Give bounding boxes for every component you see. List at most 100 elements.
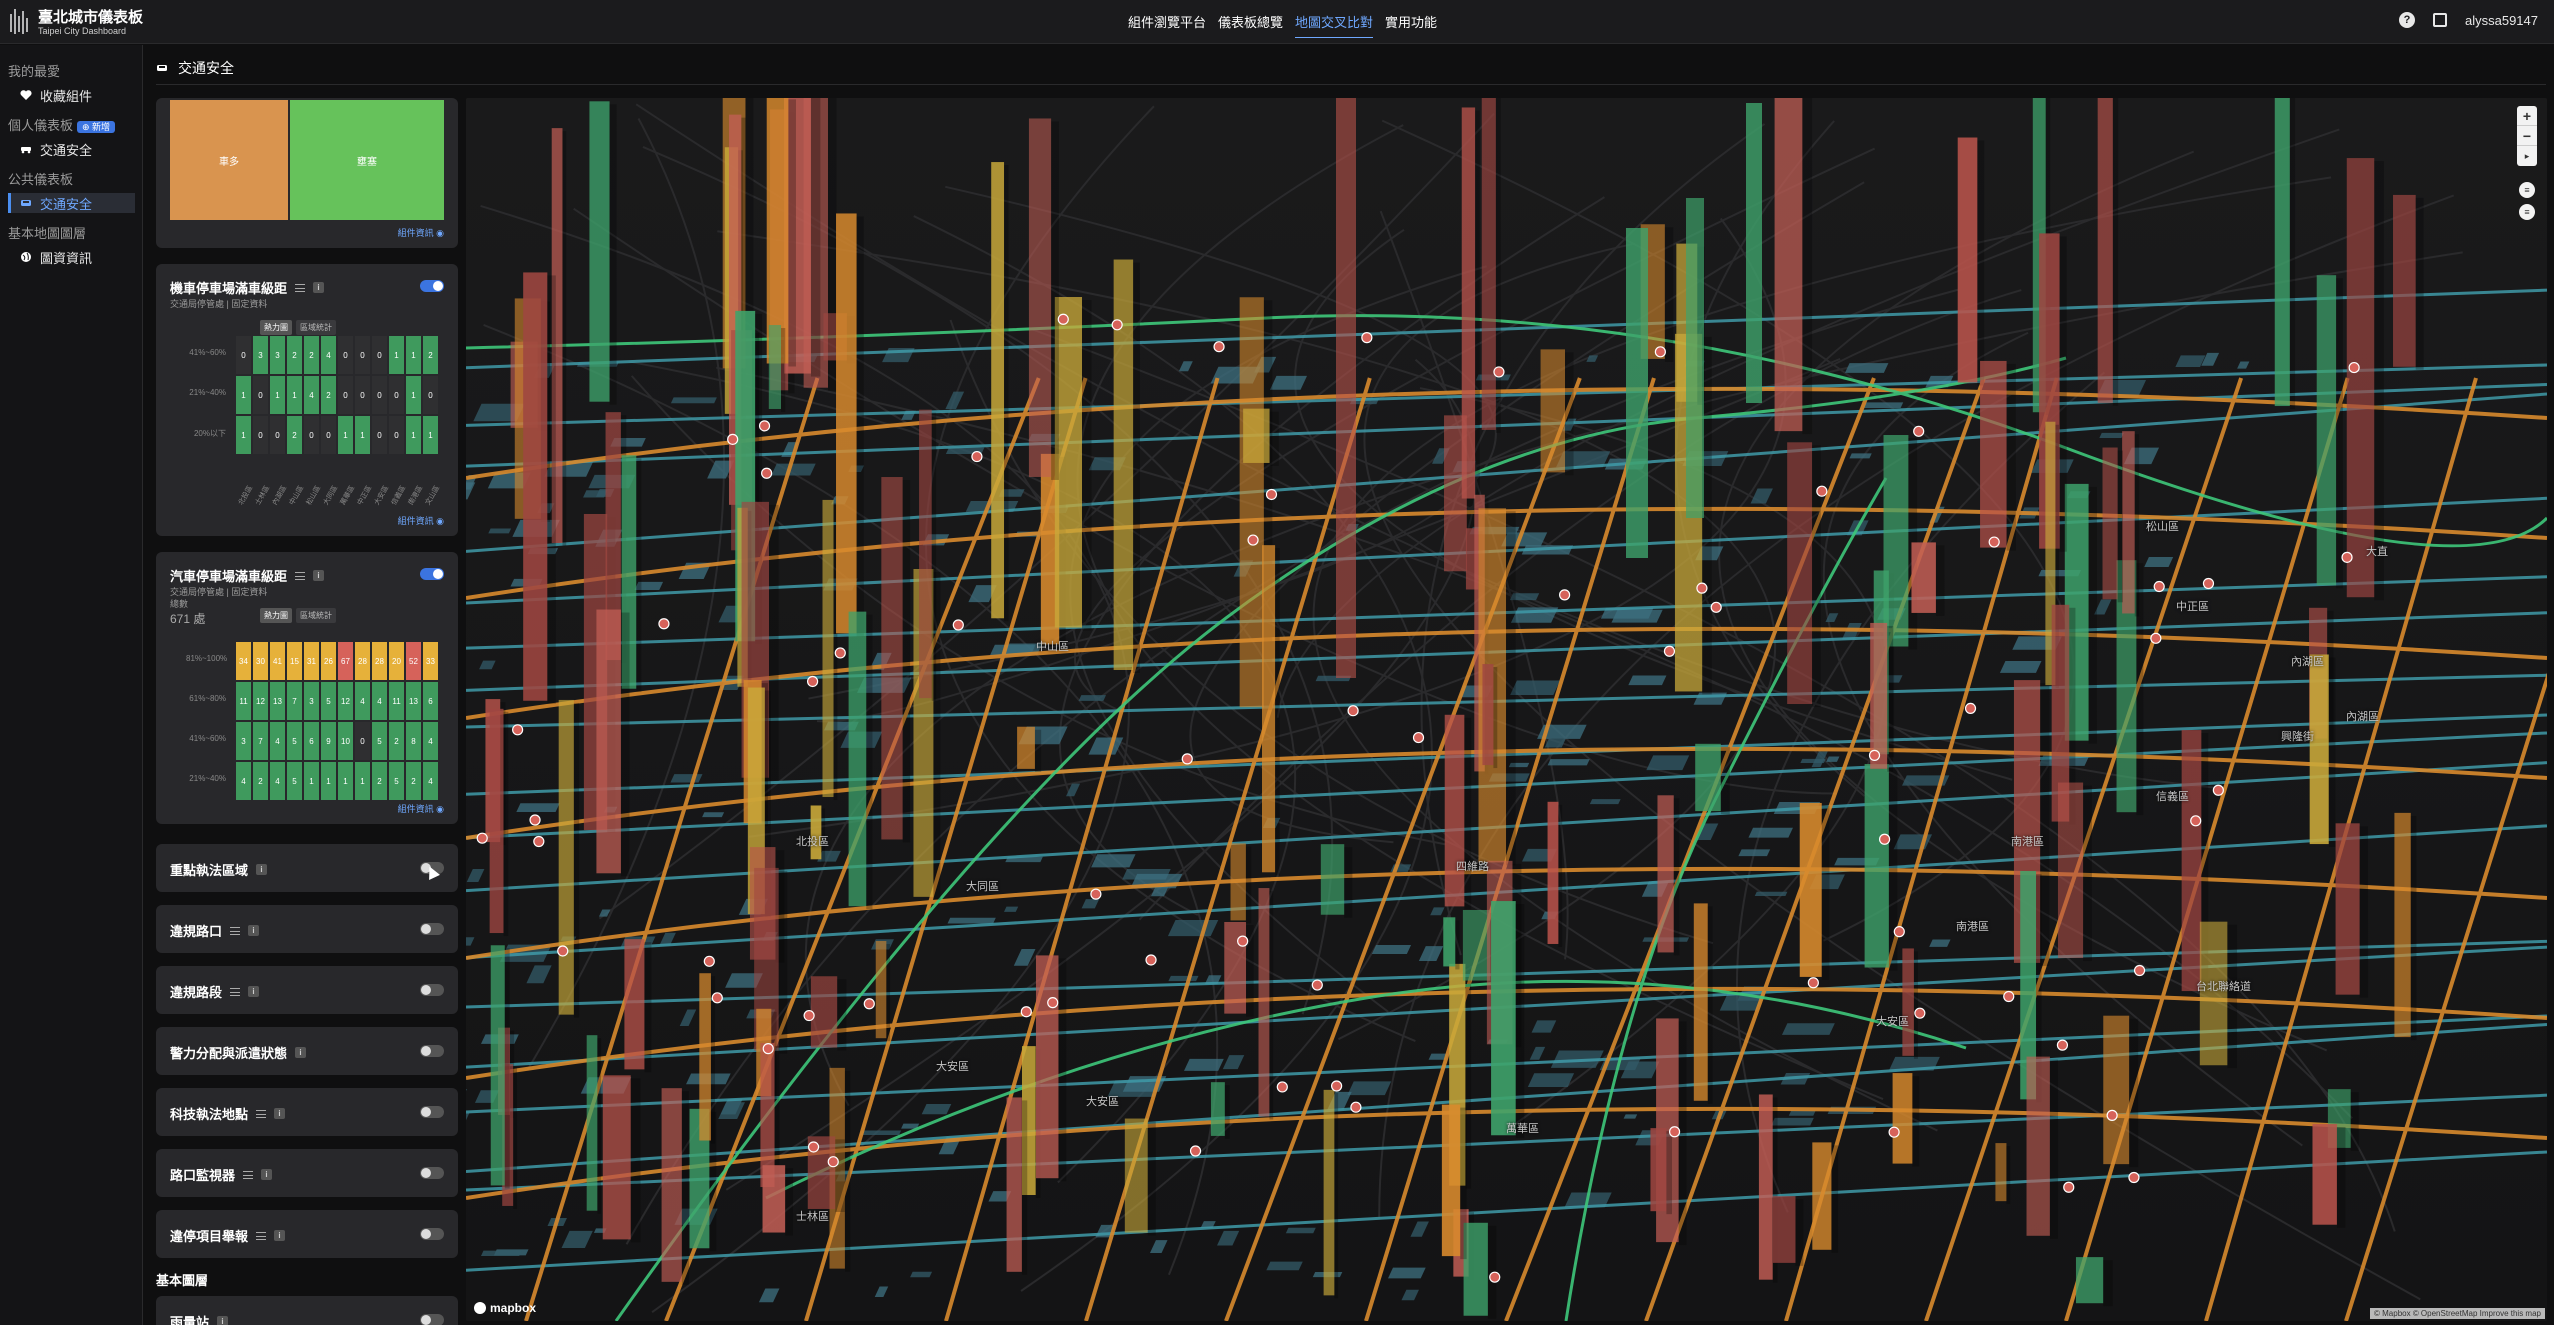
heatmap-cell[interactable]: 0 [236,336,251,374]
layer-toggle[interactable] [420,984,444,996]
heatmap-cell[interactable]: 67 [338,642,353,680]
heatmap-cell[interactable]: 0 [355,376,370,414]
heatmap-cell[interactable]: 4 [270,722,285,760]
heatmap-cell[interactable]: 11 [236,682,251,720]
heatmap-cell[interactable]: 30 [253,642,268,680]
heatmap-cell[interactable]: 1 [355,762,370,800]
heatmap-cell[interactable]: 4 [423,762,438,800]
info-icon[interactable]: i [274,1230,286,1241]
compass-button[interactable]: ▸ [2517,146,2537,166]
layer-toggle[interactable] [420,1228,444,1240]
heatmap-cell[interactable]: 7 [287,682,302,720]
layer-toggle[interactable] [420,1045,444,1057]
heatmap-cell[interactable]: 0 [389,416,404,454]
heatmap-cell[interactable]: 13 [270,682,285,720]
info-icon[interactable]: i [274,1108,286,1119]
add-dashboard-button[interactable]: ⊕ 新增 [77,121,116,133]
heatmap-cell[interactable]: 5 [287,762,302,800]
heatmap-cell[interactable]: 5 [321,682,336,720]
heatmap-cell[interactable]: 13 [406,682,421,720]
heatmap-cell[interactable]: 2 [372,762,387,800]
heatmap-cell[interactable]: 4 [321,336,336,374]
username[interactable]: alyssa59147 [2465,13,2538,28]
heatmap-cell[interactable]: 2 [423,336,438,374]
treemap-cell[interactable]: 車多 [170,100,290,220]
heatmap-cell[interactable]: 0 [372,336,387,374]
tab-region-stats[interactable]: 區域統計 [296,608,336,623]
layer-toggle[interactable] [420,1314,444,1325]
heatmap-cell[interactable]: 1 [287,376,302,414]
info-icon[interactable]: i [217,1316,229,1325]
layer-toggle[interactable] [420,1106,444,1118]
heatmap-cell[interactable]: 1 [304,762,319,800]
app-title[interactable]: 臺北城市儀表板 [38,6,143,27]
list-icon[interactable] [256,1231,267,1240]
heatmap-cell[interactable]: 15 [287,642,302,680]
heatmap-cell[interactable]: 0 [253,416,268,454]
heatmap-cell[interactable]: 34 [236,642,251,680]
heatmap-cell[interactable]: 33 [423,642,438,680]
heatmap-cell[interactable]: 20 [389,642,404,680]
heatmap-cell[interactable]: 52 [406,642,421,680]
heatmap-cell[interactable]: 0 [423,376,438,414]
map-attribution[interactable]: © Mapbox © OpenStreetMap Improve this ma… [2370,1308,2545,1319]
heatmap-cell[interactable]: 1 [389,336,404,374]
heatmap-cell[interactable]: 1 [338,762,353,800]
heatmap-cell[interactable]: 1 [338,416,353,454]
taipei-logo-icon[interactable] [8,6,30,36]
info-icon[interactable]: i [261,1169,273,1180]
heatmap-cell[interactable]: 0 [372,376,387,414]
list-icon[interactable] [295,571,306,580]
layer-toggle[interactable] [420,568,444,580]
heatmap-cell[interactable]: 1 [423,416,438,454]
heatmap-cell[interactable]: 2 [304,336,319,374]
nav-map-compare[interactable]: 地圖交叉比對 [1295,12,1374,38]
heatmap-cell[interactable]: 0 [338,336,353,374]
nav-utilities[interactable]: 實用功能 [1385,12,1437,38]
heatmap-cell[interactable]: 31 [304,642,319,680]
heatmap-cell[interactable]: 7 [253,722,268,760]
list-icon[interactable] [295,283,306,292]
heatmap-cell[interactable]: 4 [423,722,438,760]
heatmap-cell[interactable]: 8 [406,722,421,760]
treemap-cell[interactable]: 壅塞 [290,100,444,220]
info-icon[interactable]: i [295,1047,307,1058]
heatmap-cell[interactable]: 1 [236,416,251,454]
heatmap-cell[interactable]: 3 [304,682,319,720]
heatmap-cell[interactable]: 28 [355,642,370,680]
heatmap-cell[interactable]: 4 [355,682,370,720]
layers-icon[interactable]: ≡ [2519,204,2535,220]
heatmap-cell[interactable]: 0 [321,416,336,454]
component-list[interactable]: 車多 壅塞 組件資訊 ◉ 機車停車場滿車級距 i 交通局停管處 | 固定資料 熱… [156,98,458,1325]
heatmap-cell[interactable]: 12 [338,682,353,720]
sidebar-item-basemap[interactable]: 圖資資訊 [8,247,135,267]
heatmap-cell[interactable]: 2 [253,762,268,800]
tab-heatmap[interactable]: 熱力圖 [260,608,292,623]
heatmap-cell[interactable]: 12 [253,682,268,720]
tab-heatmap[interactable]: 熱力圖 [260,320,292,335]
car-heatmap[interactable]: 34 30 41 15 31 26 67 28 28 20 52 33 11 12 13 7 3 5 12 4 4 11 1… [236,642,438,800]
heatmap-cell[interactable]: 2 [406,762,421,800]
heatmap-cell[interactable]: 3 [270,336,285,374]
layer-toggle[interactable] [420,923,444,935]
heatmap-cell[interactable]: 1 [406,416,421,454]
heatmap-cell[interactable]: 2 [321,376,336,414]
map-3d-view[interactable] [466,98,2547,1321]
heatmap-cell[interactable]: 0 [304,416,319,454]
fullscreen-icon[interactable] [2433,13,2447,27]
list-icon[interactable] [243,1170,254,1179]
heatmap-cell[interactable]: 2 [287,416,302,454]
heatmap-cell[interactable]: 4 [270,762,285,800]
heatmap-cell[interactable]: 1 [321,762,336,800]
moto-heatmap[interactable]: 033224000112101142000010100200110011 [236,336,438,454]
heatmap-cell[interactable]: 1 [236,376,251,414]
heatmap-cell[interactable]: 6 [304,722,319,760]
tab-region-stats[interactable]: 區域統計 [296,320,336,335]
heatmap-cell[interactable]: 3 [236,722,251,760]
heatmap-cell[interactable]: 28 [372,642,387,680]
heatmap-cell[interactable]: 2 [287,336,302,374]
heatmap-cell[interactable]: 6 [423,682,438,720]
treemap-chart[interactable]: 車多 壅塞 [170,100,444,220]
heatmap-cell[interactable]: 26 [321,642,336,680]
heatmap-cell[interactable]: 5 [389,762,404,800]
